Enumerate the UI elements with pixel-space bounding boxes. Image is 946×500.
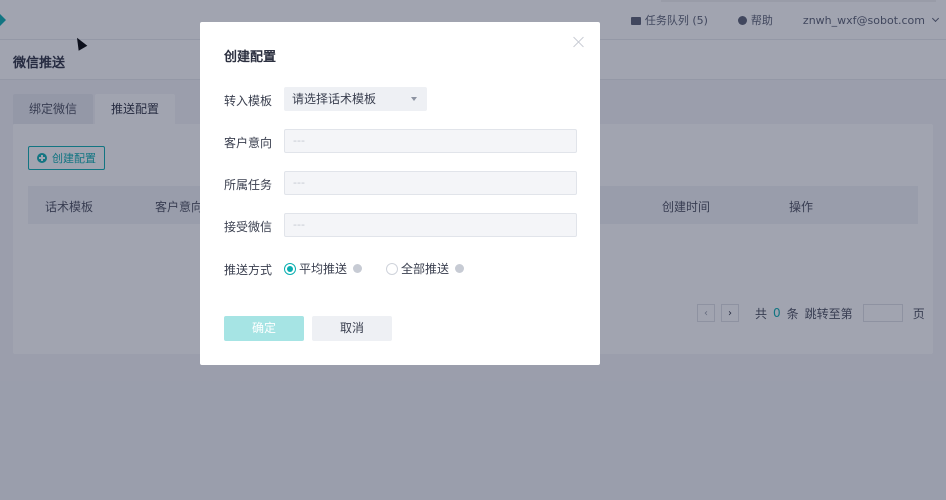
push-option-average-label: 平均推送 (299, 262, 348, 276)
template-select-value: 请选择话术模板 (292, 92, 377, 106)
push-method-radio-group: 平均推送 全部推送 (284, 260, 482, 277)
task-field[interactable]: --- (284, 171, 577, 195)
task-label: 所属任务 (224, 178, 273, 192)
push-option-average[interactable]: 平均推送 (284, 260, 363, 277)
intent-field[interactable]: --- (284, 129, 577, 153)
info-icon[interactable] (353, 264, 363, 273)
push-option-all[interactable]: 全部推送 (386, 260, 465, 277)
caret-down-icon (411, 97, 417, 101)
dialog-title: 创建配置 (224, 50, 277, 65)
close-icon[interactable] (573, 36, 585, 48)
confirm-button[interactable]: 确定 (224, 316, 304, 341)
radio-unchecked-icon[interactable] (386, 262, 399, 275)
template-select[interactable]: 请选择话术模板 (284, 87, 427, 111)
template-label: 转入模板 (224, 94, 273, 108)
push-option-all-label: 全部推送 (401, 262, 450, 276)
wechat-field[interactable]: --- (284, 213, 577, 237)
create-config-dialog: 创建配置 转入模板 请选择话术模板 客户意向 --- 所属任务 --- 接受微信… (200, 22, 600, 365)
push-method-label: 推送方式 (224, 263, 273, 277)
wechat-label: 接受微信 (224, 220, 273, 234)
info-icon[interactable] (455, 264, 465, 273)
radio-checked-icon[interactable] (284, 262, 296, 275)
cancel-button[interactable]: 取消 (312, 316, 392, 341)
intent-label: 客户意向 (224, 136, 273, 150)
